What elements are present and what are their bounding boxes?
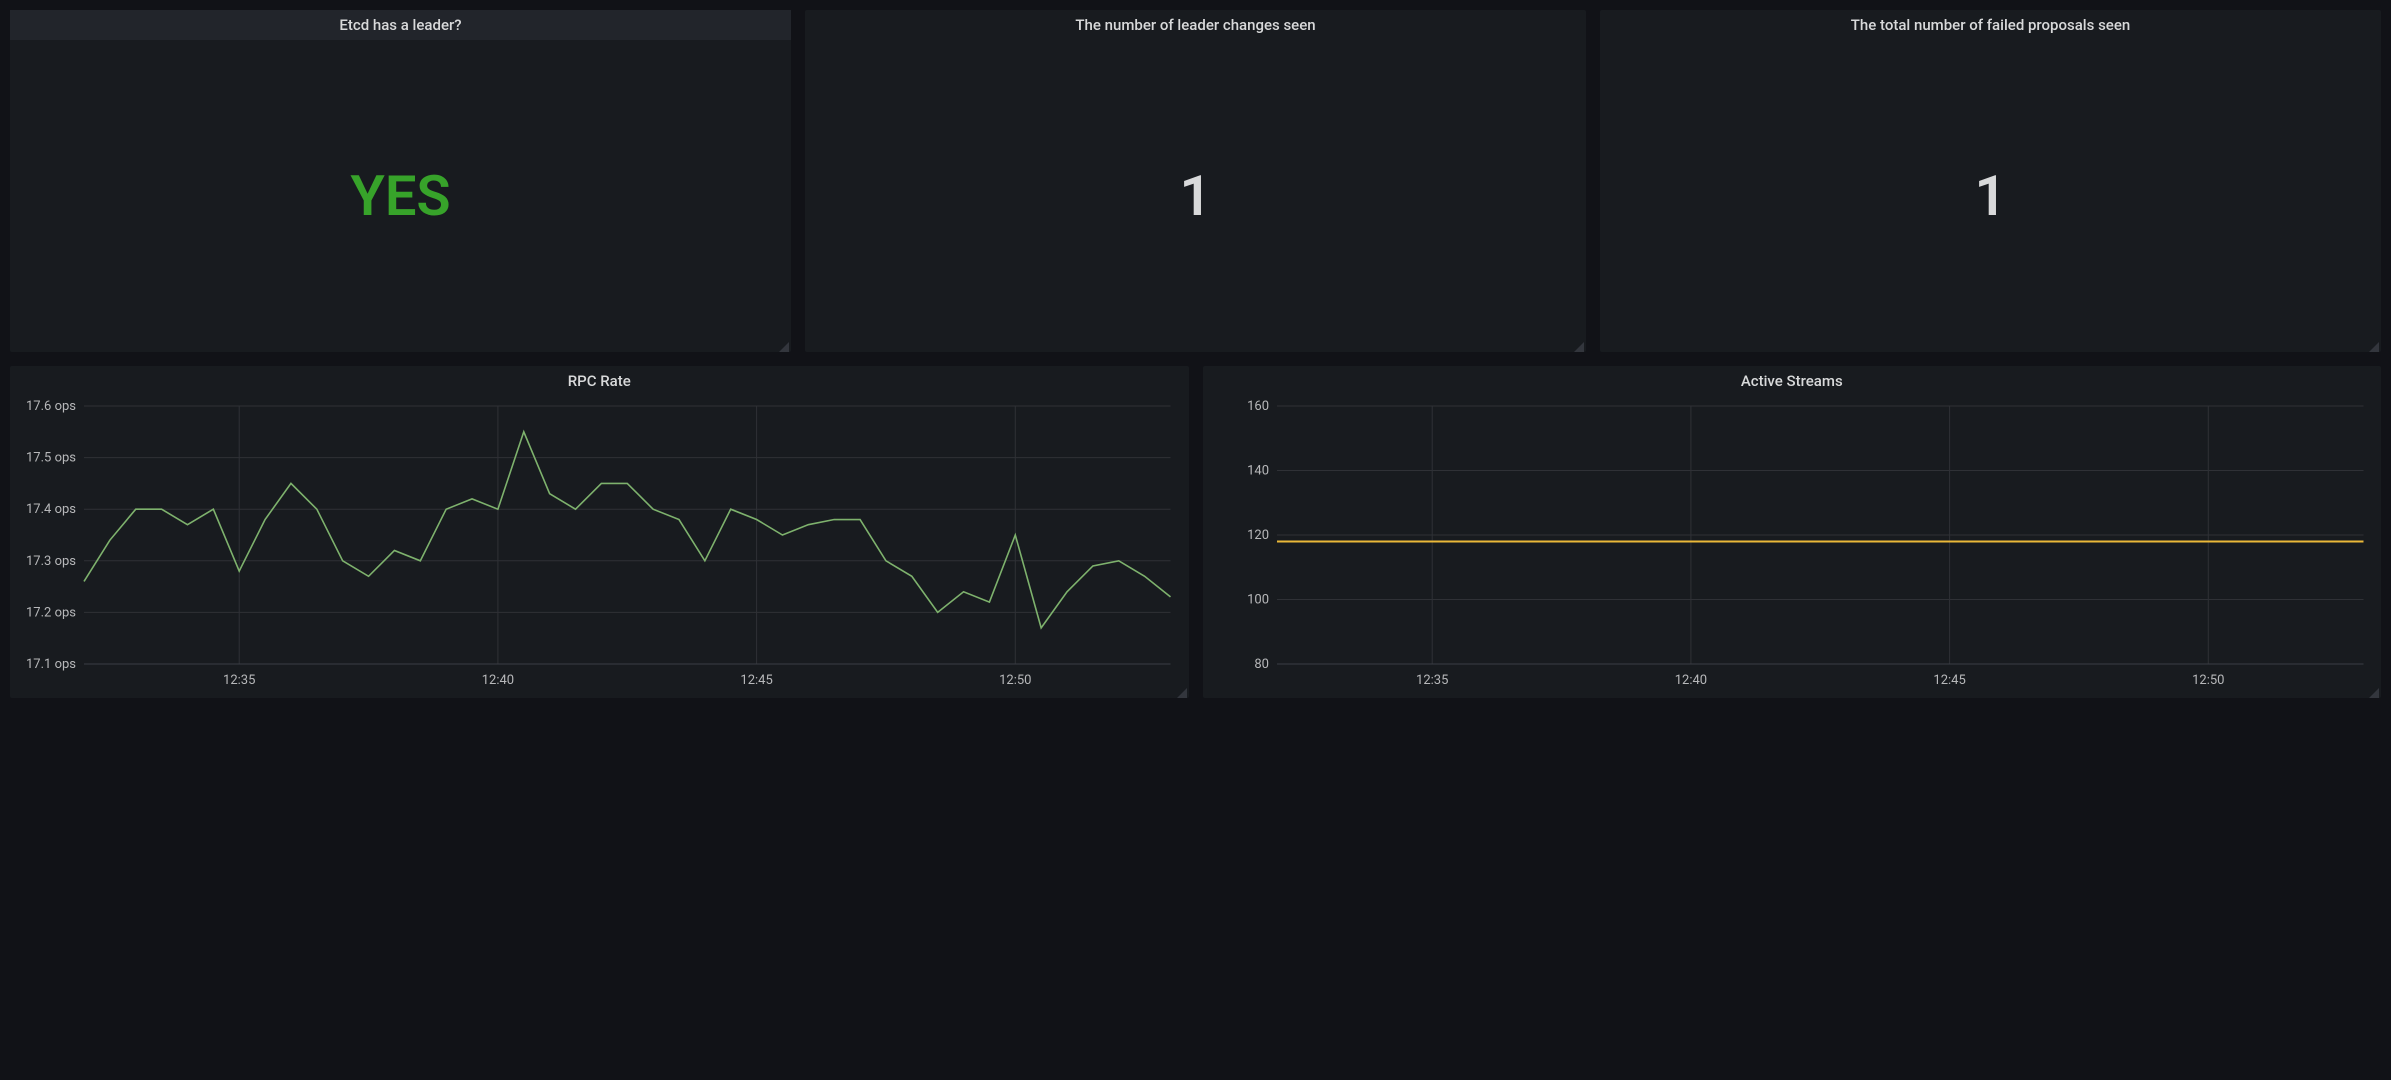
panel-rpc-rate[interactable]: RPC Rate 17.1 ops 17.2 ops 17.3 ops 17.4 op… [10,366,1189,698]
resize-handle-icon[interactable] [2369,342,2379,352]
chart-area: 80 100 120 140 160 12:35 12:40 12:45 12:50 [1203,396,2382,698]
stat-value: 1 [1180,168,1212,224]
resize-handle-icon[interactable] [2369,688,2379,698]
svg-text:12:35: 12:35 [223,673,255,688]
svg-text:12:50: 12:50 [999,673,1031,688]
svg-text:17.1 ops: 17.1 ops [26,657,76,672]
panel-title: Active Streams [1203,366,2382,396]
chart-rpc-rate: 17.1 ops 17.2 ops 17.3 ops 17.4 ops 17.5 ops… [20,400,1179,692]
stat-value: YES [350,168,450,224]
chart-area: 17.1 ops 17.2 ops 17.3 ops 17.4 ops 17.5 ops… [10,396,1189,698]
panel-has-leader[interactable]: Etcd has a leader? YES [10,10,791,352]
svg-text:160: 160 [1247,400,1269,414]
panel-title: The number of leader changes seen [805,10,1586,40]
svg-text:12:50: 12:50 [2192,673,2224,688]
svg-text:100: 100 [1247,593,1269,608]
panel-body: 1 [805,40,1586,352]
svg-text:17.5 ops: 17.5 ops [26,451,76,466]
resize-handle-icon[interactable] [1177,688,1187,698]
chart-active-streams: 80 100 120 140 160 12:35 12:40 12:45 12:50 [1213,400,2372,692]
panel-active-streams[interactable]: Active Streams 80 100 120 140 160 12:35 12:40 1… [1203,366,2382,698]
resize-handle-icon[interactable] [1574,342,1584,352]
stat-value: 1 [1975,168,2007,224]
svg-text:12:45: 12:45 [740,673,772,688]
svg-text:17.4 ops: 17.4 ops [26,502,76,517]
panel-title: Etcd has a leader? [10,10,791,40]
svg-text:12:45: 12:45 [1933,673,1965,688]
svg-text:17.3 ops: 17.3 ops [26,554,76,569]
panel-body: YES [10,40,791,352]
svg-text:17.6 ops: 17.6 ops [26,400,76,414]
svg-text:12:40: 12:40 [1674,673,1706,688]
svg-text:17.2 ops: 17.2 ops [26,605,76,620]
svg-text:140: 140 [1247,464,1269,479]
svg-text:120: 120 [1247,528,1269,543]
svg-text:80: 80 [1254,657,1269,672]
panel-failed-proposals[interactable]: The total number of failed proposals see… [1600,10,2381,352]
resize-handle-icon[interactable] [779,342,789,352]
panel-title: RPC Rate [10,366,1189,396]
panel-title: The total number of failed proposals see… [1600,10,2381,40]
svg-text:12:35: 12:35 [1416,673,1448,688]
svg-text:12:40: 12:40 [482,673,514,688]
panel-leader-changes[interactable]: The number of leader changes seen 1 [805,10,1586,352]
panel-body: 1 [1600,40,2381,352]
